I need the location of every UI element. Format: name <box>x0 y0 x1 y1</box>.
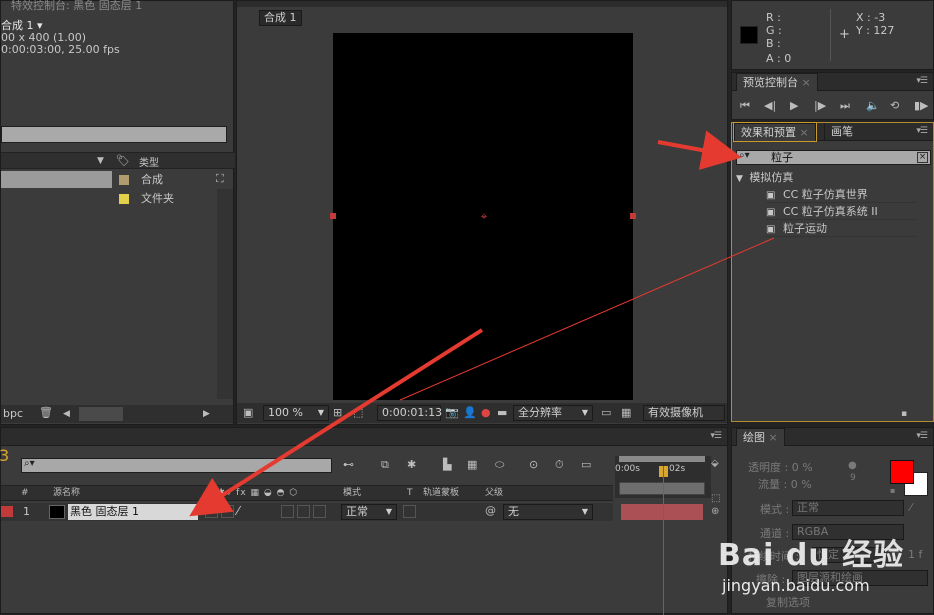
arrow-to-search <box>657 130 742 170</box>
arrow-to-layer <box>189 328 484 517</box>
annotation-arrows <box>189 130 775 517</box>
arrow-thin-to-effect <box>399 237 775 401</box>
